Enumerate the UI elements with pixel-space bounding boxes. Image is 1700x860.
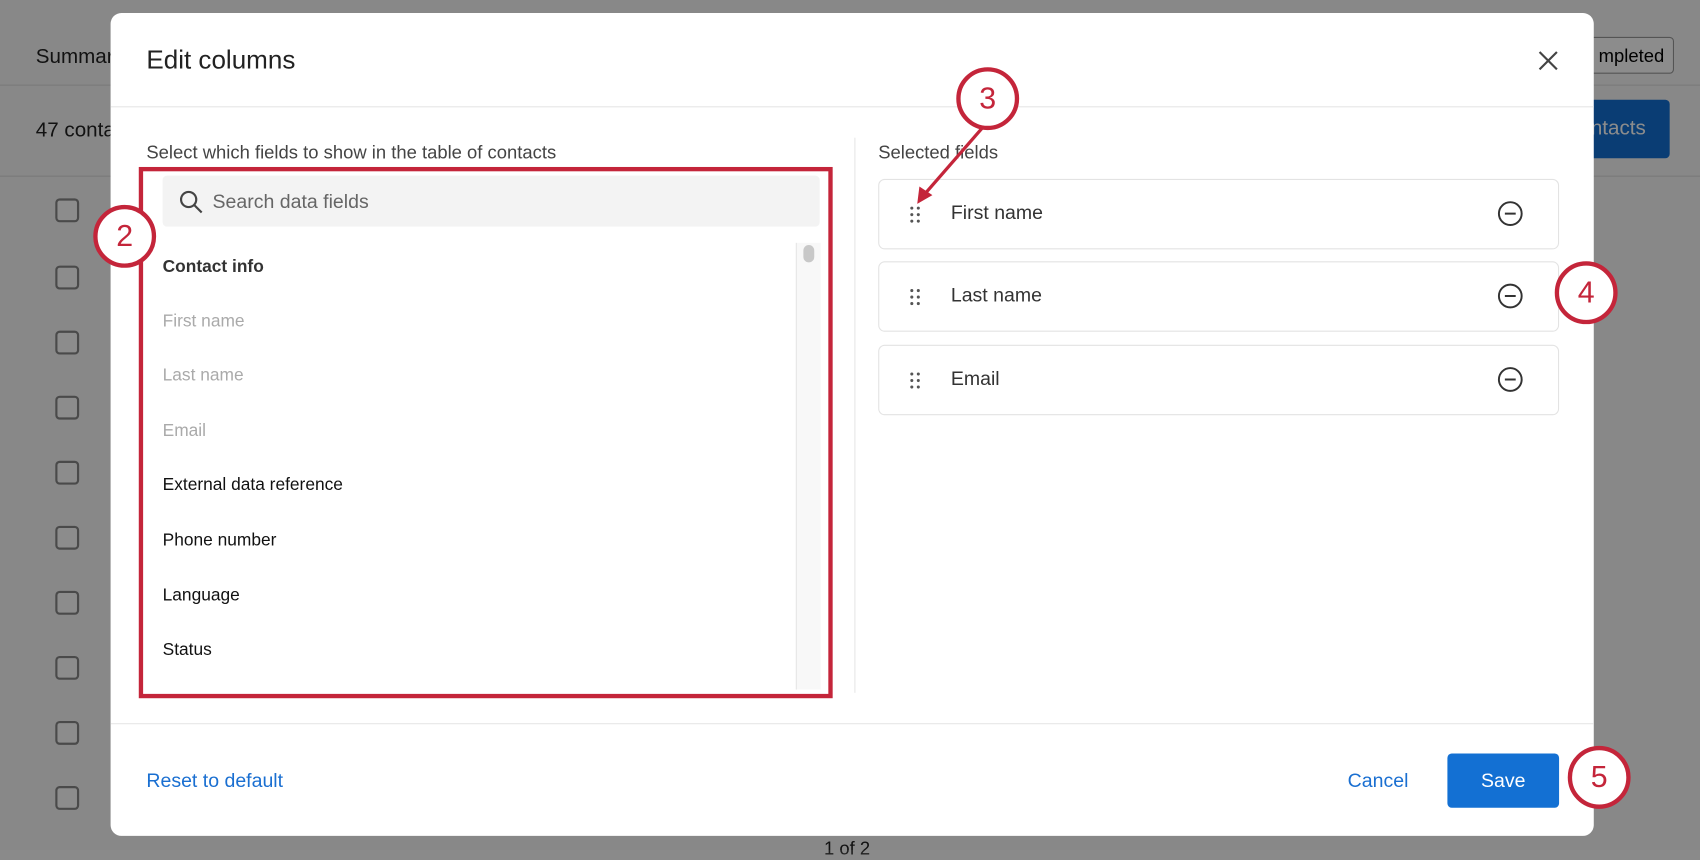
annotation-arrow <box>917 126 984 204</box>
annotation-badge: 3 <box>956 67 1020 131</box>
annotation-badge: 5 <box>1567 745 1631 809</box>
annotation-badge: 2 <box>93 204 157 268</box>
annotation-badge: 4 <box>1554 261 1618 325</box>
